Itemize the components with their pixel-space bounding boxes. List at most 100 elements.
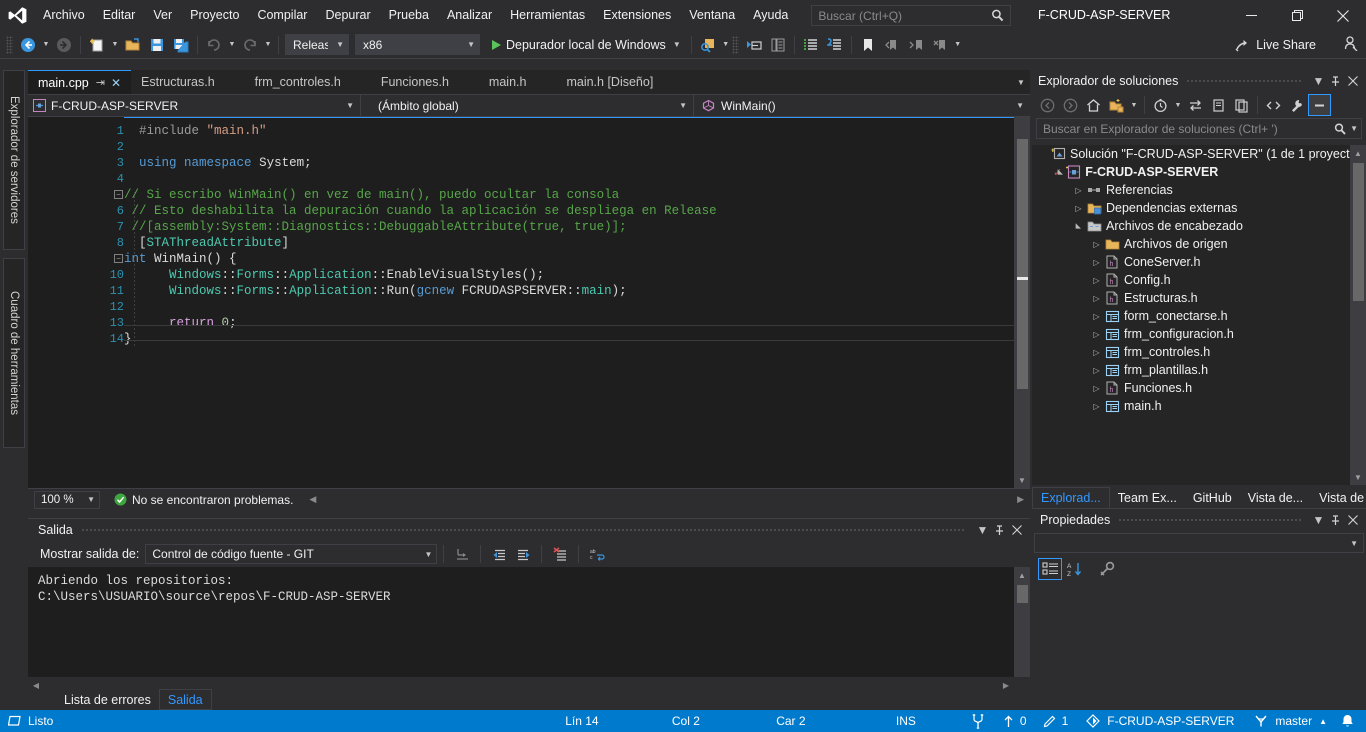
solution-view-icon[interactable] [1105, 94, 1128, 116]
menu-item-editar[interactable]: Editar [94, 0, 145, 31]
navigate-forward-icon[interactable] [52, 33, 76, 57]
tree-item[interactable]: ▷ Dependencias externas [1032, 199, 1366, 217]
properties-wrench-icon[interactable] [1285, 94, 1308, 116]
menu-item-archivo[interactable]: Archivo [34, 0, 94, 31]
next-bookmark-icon[interactable] [904, 33, 928, 57]
menu-item-prueba[interactable]: Prueba [380, 0, 438, 31]
scroll-up-icon[interactable]: ▲ [1014, 567, 1030, 583]
sidebar-item-server-explorer[interactable]: Explorador de servidores [3, 70, 25, 250]
toggle-word-wrap-icon[interactable]: ab c [585, 543, 609, 565]
scroll-down-icon[interactable]: ▼ [1350, 469, 1366, 485]
next-message-icon[interactable] [511, 543, 535, 565]
menu-item-extensiones[interactable]: Extensiones [594, 0, 680, 31]
pin-icon[interactable] [1327, 71, 1344, 91]
problems-indicator[interactable]: No se encontraron problemas. [114, 493, 293, 507]
menu-item-proyecto[interactable]: Proyecto [181, 0, 248, 31]
solution-view-dropdown-icon[interactable]: ▼ [1128, 93, 1140, 117]
scrollbar-thumb[interactable] [1017, 139, 1028, 389]
expander-closed-icon[interactable]: ▷ [1072, 204, 1085, 213]
collapse-all-icon[interactable] [1207, 94, 1230, 116]
find-in-files-icon[interactable] [696, 33, 720, 57]
panel-drag-dots[interactable] [1118, 518, 1302, 522]
send-feedback-icon[interactable] [1342, 35, 1358, 51]
tab-team-explorer[interactable]: Team Ex... [1110, 487, 1185, 508]
menu-item-herramientas[interactable]: Herramientas [501, 0, 594, 31]
properties-grid[interactable] [1032, 587, 1366, 711]
save-all-icon[interactable] [169, 33, 193, 57]
preview-selected-items-icon[interactable] [1308, 94, 1331, 116]
panel-drag-dots[interactable] [80, 528, 966, 532]
output-vertical-scrollbar[interactable]: ▲ ▼ [1014, 567, 1030, 694]
properties-object-combo[interactable]: ▼ [1034, 533, 1364, 553]
source-control-icon[interactable] [961, 713, 995, 729]
categorized-icon[interactable] [1038, 558, 1062, 580]
live-share-button[interactable]: Live Share [1229, 34, 1322, 56]
previous-message-icon[interactable] [487, 543, 511, 565]
home-icon[interactable] [1082, 94, 1105, 116]
expander-closed-icon[interactable]: ▷ [1090, 240, 1103, 249]
tab-main-h[interactable]: main.h [458, 70, 537, 94]
sidebar-item-toolbox[interactable]: Cuadro de herramientas [3, 258, 25, 448]
clear-output-icon[interactable] [548, 543, 572, 565]
close-icon[interactable] [1320, 0, 1366, 31]
tree-item[interactable]: ▷ h Estructuras.h [1032, 289, 1366, 307]
tab-resource-view[interactable]: Vista de r... [1311, 487, 1366, 508]
output-text[interactable]: Abriendo los repositorios: C:\Users\USUAR… [28, 567, 1030, 694]
back-icon[interactable] [1036, 94, 1059, 116]
menu-item-ayuda[interactable]: Ayuda [744, 0, 797, 31]
redo-icon[interactable] [238, 33, 262, 57]
tree-item[interactable]: ▷ h Config.h [1032, 271, 1366, 289]
tree-item[interactable]: ▷ h Funciones.h [1032, 379, 1366, 397]
tab-overflow-icon[interactable]: ▼ [1012, 70, 1030, 94]
tree-item[interactable]: ▷ form_conectarse.h [1032, 307, 1366, 325]
pin-icon[interactable] [1327, 510, 1344, 530]
code-view-icon[interactable] [1262, 94, 1285, 116]
goto-message-icon[interactable] [450, 543, 474, 565]
expander-closed-icon[interactable]: ▷ [1090, 384, 1103, 393]
sync-icon[interactable] [1184, 94, 1207, 116]
expander-closed-icon[interactable]: ▷ [1072, 186, 1085, 195]
output-source-combo[interactable]: Control de código fuente - GIT ▼ [145, 544, 438, 564]
undo-dropdown-icon[interactable]: ▼ [226, 33, 238, 57]
panel-drag-dots[interactable] [1186, 79, 1302, 83]
tree-item[interactable]: ▷ frm_controles.h [1032, 343, 1366, 361]
view-call-hierarchy-icon[interactable] [766, 33, 790, 57]
tab-main-cpp[interactable]: main.cpp ⇥ ✕ [28, 70, 132, 94]
search-icon[interactable] [1333, 122, 1347, 136]
minimize-icon[interactable] [1228, 0, 1274, 31]
tab-funciones-h[interactable]: Funciones.h [350, 70, 459, 94]
new-item-dropdown-icon[interactable]: ▼ [109, 33, 121, 57]
menu-item-analizar[interactable]: Analizar [438, 0, 501, 31]
close-icon[interactable] [1008, 520, 1025, 540]
menu-item-ver[interactable]: Ver [144, 0, 181, 31]
tab-github[interactable]: GitHub [1185, 487, 1240, 508]
expander-closed-icon[interactable]: ▷ [1090, 330, 1103, 339]
tab-frm-controles-h[interactable]: frm_controles.h [224, 70, 351, 94]
tree-vertical-scrollbar[interactable]: ▲ ▼ [1350, 145, 1366, 485]
goto-definition-icon[interactable] [742, 33, 766, 57]
tab-estructuras-h[interactable]: Estructuras.h [131, 70, 225, 94]
panel-dropdown-icon[interactable]: ▼ [1310, 510, 1327, 530]
solution-platform-combo[interactable]: x86 ▼ [355, 34, 480, 55]
uncomment-selection-icon[interactable] [823, 33, 847, 57]
forward-icon[interactable] [1059, 94, 1082, 116]
scroll-up-icon[interactable]: ▲ [1350, 145, 1366, 161]
navbar-scope-combo[interactable]: (Ámbito global) ▼ [361, 95, 694, 116]
find-dropdown-icon[interactable]: ▼ [720, 33, 732, 57]
redo-dropdown-icon[interactable]: ▼ [262, 33, 274, 57]
toolbar-overflow-icon[interactable]: ▼ [952, 33, 964, 57]
status-uncommitted[interactable]: 1 [1035, 714, 1077, 728]
tree-item[interactable]: ◢ ✓ F-CRUD-ASP-SERVER [1032, 163, 1366, 181]
tree-item[interactable]: ▷ h ConeServer.h [1032, 253, 1366, 271]
panel-dropdown-icon[interactable]: ▼ [1310, 71, 1327, 91]
navbar-project-combo[interactable]: F-CRUD-ASP-SERVER ▼ [28, 95, 361, 116]
expander-closed-icon[interactable]: ▷ [1090, 366, 1103, 375]
clear-bookmarks-icon[interactable] [928, 33, 952, 57]
tab-error-list[interactable]: Lista de errores [56, 689, 159, 710]
main-menu[interactable]: Archivo Editar Ver Proyecto Compilar Dep… [34, 0, 797, 31]
toolbar-grip[interactable] [731, 35, 739, 54]
expander-closed-icon[interactable]: ▷ [1090, 402, 1103, 411]
expander-closed-icon[interactable]: ▷ [1090, 348, 1103, 357]
hscroll-right-icon[interactable]: ▶ [1017, 494, 1024, 505]
menu-item-depurar[interactable]: Depurar [316, 0, 379, 31]
